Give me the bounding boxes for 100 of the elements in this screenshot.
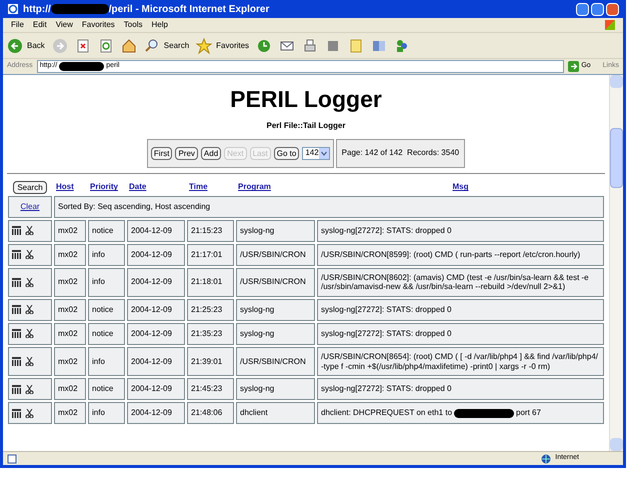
- table-cell: notice: [88, 298, 125, 321]
- close-button[interactable]: [606, 2, 619, 16]
- nav-button[interactable]: Add: [200, 146, 222, 160]
- clock-icon[interactable]: [256, 38, 272, 54]
- scissors-icon[interactable]: [25, 305, 34, 314]
- globe-icon: [541, 454, 552, 464]
- minimize-button[interactable]: [576, 2, 589, 16]
- table-cell: 2004-12-09: [127, 378, 185, 400]
- table-cell: 2004-12-09: [127, 402, 185, 424]
- table-cell: dhclient: DHCPREQUEST on eth1 to: [321, 408, 452, 418]
- column-link[interactable]: Time: [189, 182, 208, 192]
- table-cell: info: [88, 402, 125, 424]
- nav-button[interactable]: Go to: [274, 146, 300, 160]
- table-cell: /USR/SBIN/CRON: [236, 244, 315, 266]
- table-cell: port 67: [516, 408, 541, 418]
- columns-icon[interactable]: [12, 226, 21, 236]
- columns-icon[interactable]: [12, 305, 21, 314]
- table-cell: dhclient: [236, 402, 315, 424]
- table-cell: /USR/SBIN/CRON[8602]: (amavis) CMD (test -e /usr/bin/sa-learn && test -e /usr/sbin/amavisd-new && /usr/bin/sa-learn --rebuild >/dev/null 2>&1): [317, 268, 604, 297]
- star-icon[interactable]: [196, 38, 212, 54]
- ie-page-icon: [7, 3, 19, 15]
- home-icon[interactable]: [120, 38, 137, 54]
- stop-icon[interactable]: [74, 38, 91, 54]
- table-cell: syslog-ng[27272]: STATS: dropped 0: [317, 298, 604, 321]
- search-icon[interactable]: [144, 38, 160, 54]
- table-cell: /USR/SBIN/CRON[8654]: (root) CMD ( [ -d /var/lib/php4 ] && find /var/lib/php4/ -type f -cmin +$(/usr/lib/php4/maxlifetime) -print0 | xargs -r -0 rm): [317, 346, 604, 376]
- table-cell: 2004-12-09: [127, 244, 185, 266]
- maximize-button[interactable]: [591, 2, 604, 16]
- scissors-icon[interactable]: [25, 226, 34, 236]
- search-button[interactable]: Search: [13, 180, 47, 194]
- table-cell: syslog-ng[27272]: STATS: dropped 0: [317, 220, 604, 242]
- printer-icon[interactable]: [302, 38, 318, 54]
- menu-item[interactable]: Favorites: [82, 19, 115, 31]
- column-link[interactable]: Host: [56, 182, 74, 192]
- columns-icon[interactable]: [12, 278, 21, 287]
- sort-info: Sorted By: Seq ascending, Host ascending: [54, 196, 604, 218]
- table-cell: mx02: [54, 346, 86, 376]
- columns-icon[interactable]: [12, 250, 21, 260]
- toolbar-button[interactable]: Back: [27, 40, 45, 52]
- scissors-icon[interactable]: [25, 408, 34, 418]
- table-cell: syslog-ng: [236, 322, 315, 345]
- page-title: PERIL Logger: [230, 85, 382, 114]
- toolbar-button[interactable]: Search: [164, 40, 190, 52]
- menu-item[interactable]: Help: [151, 19, 168, 31]
- table-cell: info: [88, 346, 125, 376]
- menu-item[interactable]: Tools: [124, 19, 142, 31]
- table-cell: 21:18:01: [187, 268, 234, 297]
- table-cell: notice: [88, 322, 125, 345]
- scissors-icon[interactable]: [25, 329, 34, 338]
- menu-item[interactable]: View: [56, 19, 73, 31]
- table-cell: 21:25:23: [187, 298, 234, 321]
- columns-icon[interactable]: [12, 329, 21, 338]
- table-cell: 2004-12-09: [127, 268, 185, 297]
- table-cell: notice: [88, 220, 125, 242]
- table-cell: 2004-12-09: [127, 346, 185, 376]
- table-cell: 21:17:01: [187, 244, 234, 266]
- toolbar-button[interactable]: Favorites: [216, 40, 250, 52]
- menu-item[interactable]: File: [11, 19, 24, 31]
- window-title: http://: [23, 2, 51, 16]
- table-cell: info: [88, 268, 125, 297]
- table-cell: mx02: [54, 322, 86, 345]
- table-cell: notice: [88, 378, 125, 400]
- redaction-block: [59, 62, 104, 71]
- scissors-icon[interactable]: [25, 384, 34, 394]
- refresh-icon[interactable]: [98, 38, 114, 54]
- scrollbar[interactable]: [609, 75, 623, 451]
- nav-button[interactable]: First: [150, 146, 172, 160]
- redaction-block: [50, 4, 109, 14]
- table-cell: 21:15:23: [187, 220, 234, 242]
- redaction-block: [454, 408, 514, 418]
- table-cell: 2004-12-09: [127, 322, 185, 345]
- table-cell: mx02: [54, 268, 86, 297]
- scissors-icon[interactable]: [25, 250, 34, 260]
- column-link[interactable]: Program: [238, 182, 271, 192]
- page-icon: [7, 454, 17, 464]
- go-arrow-icon[interactable]: [568, 61, 580, 72]
- scissors-icon[interactable]: [25, 357, 34, 366]
- columns-icon[interactable]: [12, 384, 21, 394]
- column-link[interactable]: Msg: [452, 182, 468, 192]
- clear-link[interactable]: Clear: [20, 202, 40, 211]
- columns-icon[interactable]: [12, 357, 21, 366]
- table-cell: mx02: [54, 378, 86, 400]
- columns-icon[interactable]: [12, 408, 21, 418]
- table-cell: 21:35:23: [187, 322, 234, 345]
- table-cell: 21:48:06: [187, 402, 234, 424]
- menu-item[interactable]: Edit: [32, 19, 47, 31]
- nav-button[interactable]: Prev: [175, 146, 198, 160]
- table-cell: syslog-ng[27272]: STATS: dropped 0: [317, 322, 604, 345]
- page-select[interactable]: 142: [302, 146, 330, 160]
- table-cell: 21:39:01: [187, 346, 234, 376]
- page-subtitle: Perl File::Tail Logger: [266, 120, 346, 132]
- table-cell: /USR/SBIN/CRON: [236, 346, 315, 376]
- column-link[interactable]: Priority: [90, 182, 118, 192]
- scroll-thumb[interactable]: [610, 128, 623, 188]
- table-cell: syslog-ng: [236, 298, 315, 321]
- table-cell: syslog-ng: [236, 378, 315, 400]
- table-cell: info: [88, 244, 125, 266]
- column-link[interactable]: Date: [129, 182, 146, 192]
- scissors-icon[interactable]: [25, 278, 34, 287]
- table-cell: /USR/SBIN/CRON: [236, 268, 315, 297]
